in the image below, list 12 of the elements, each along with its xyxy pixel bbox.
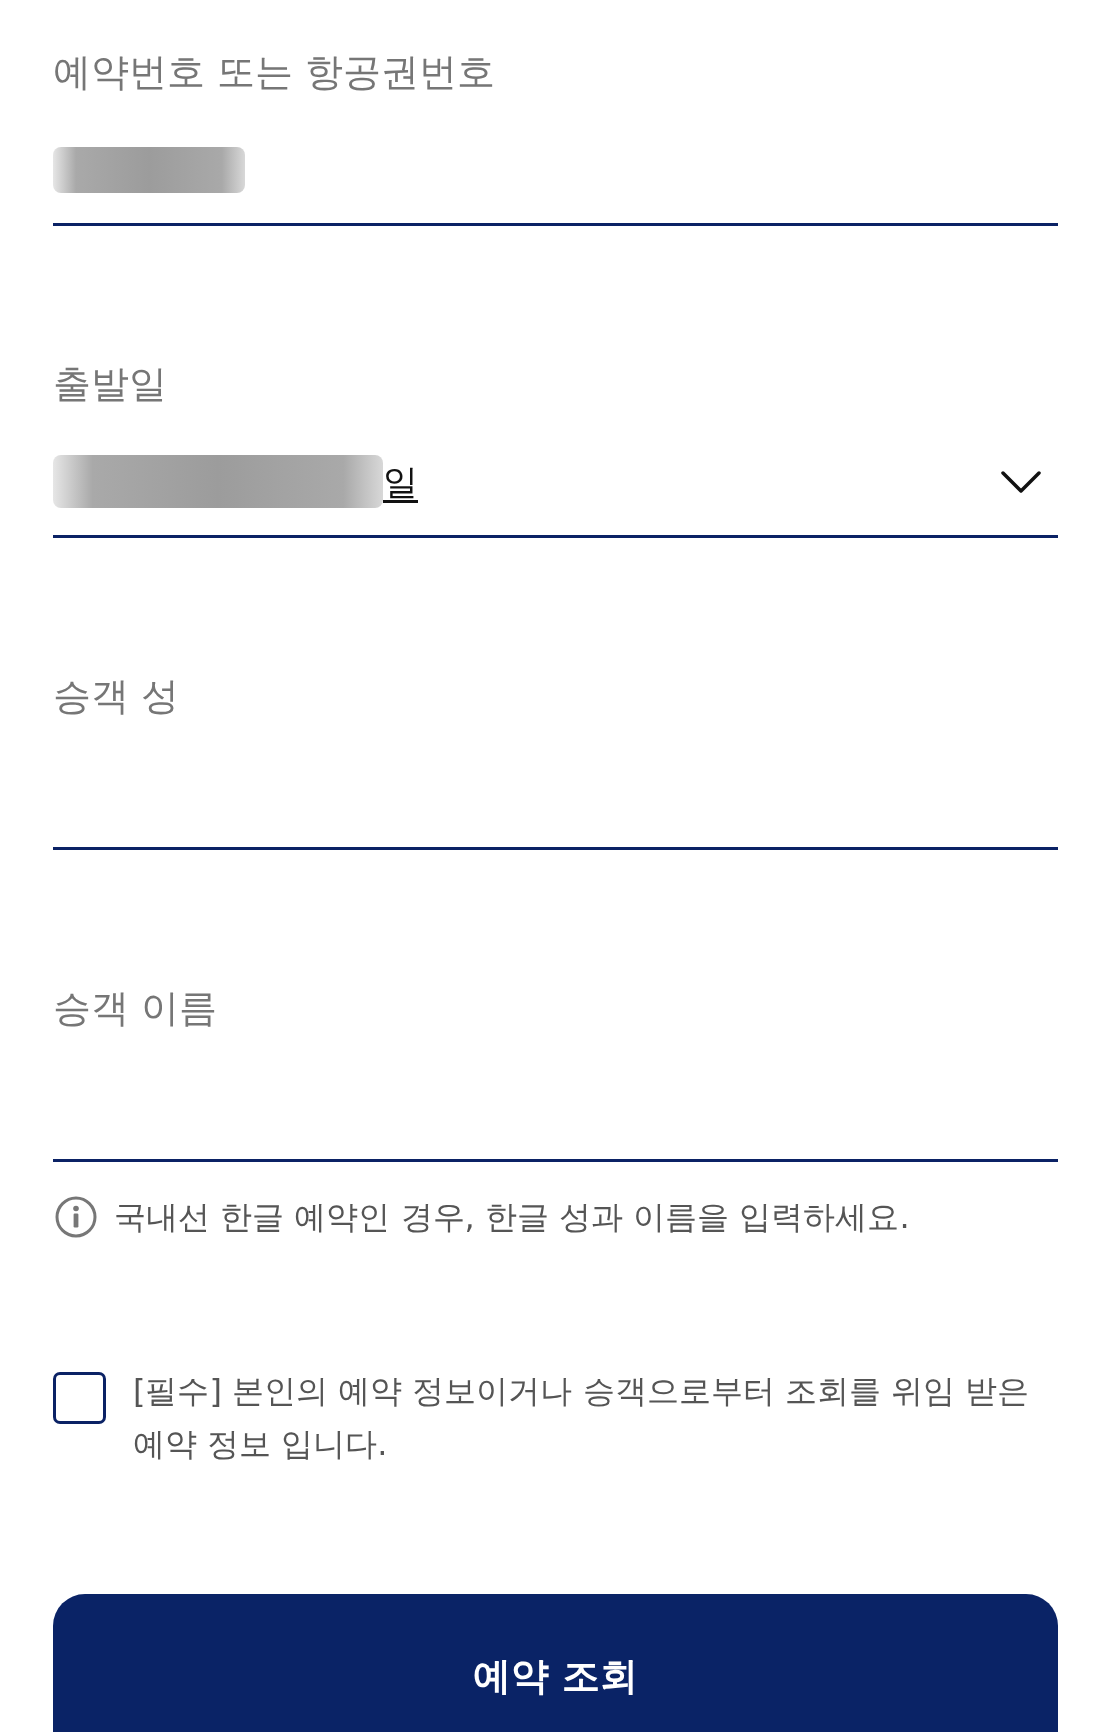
checkbox[interactable] xyxy=(53,1372,106,1424)
info-icon xyxy=(55,1196,97,1238)
date-select[interactable]: 일 xyxy=(53,406,1058,538)
field-label: 승객 이름 xyxy=(53,986,218,1030)
field-label: 예약번호 또는 항공권번호 xyxy=(53,50,496,94)
field-label: 출발일 xyxy=(53,362,167,406)
notice-text: 국내선 한글 예약인 경우, 한글 성과 이름을 입력하세요. xyxy=(114,1197,910,1238)
chevron-down-icon xyxy=(1001,470,1041,493)
field-label: 승객 성 xyxy=(53,674,180,718)
search-reservation-button[interactable]: 예약 조회 xyxy=(53,1594,1058,1732)
date-text: 일 xyxy=(383,460,418,504)
agreement-text: [필수] 본인의 예약 정보이거나 승객으로부터 조회를 위임 받은 예약 정보 입니다. xyxy=(133,1371,1031,1465)
